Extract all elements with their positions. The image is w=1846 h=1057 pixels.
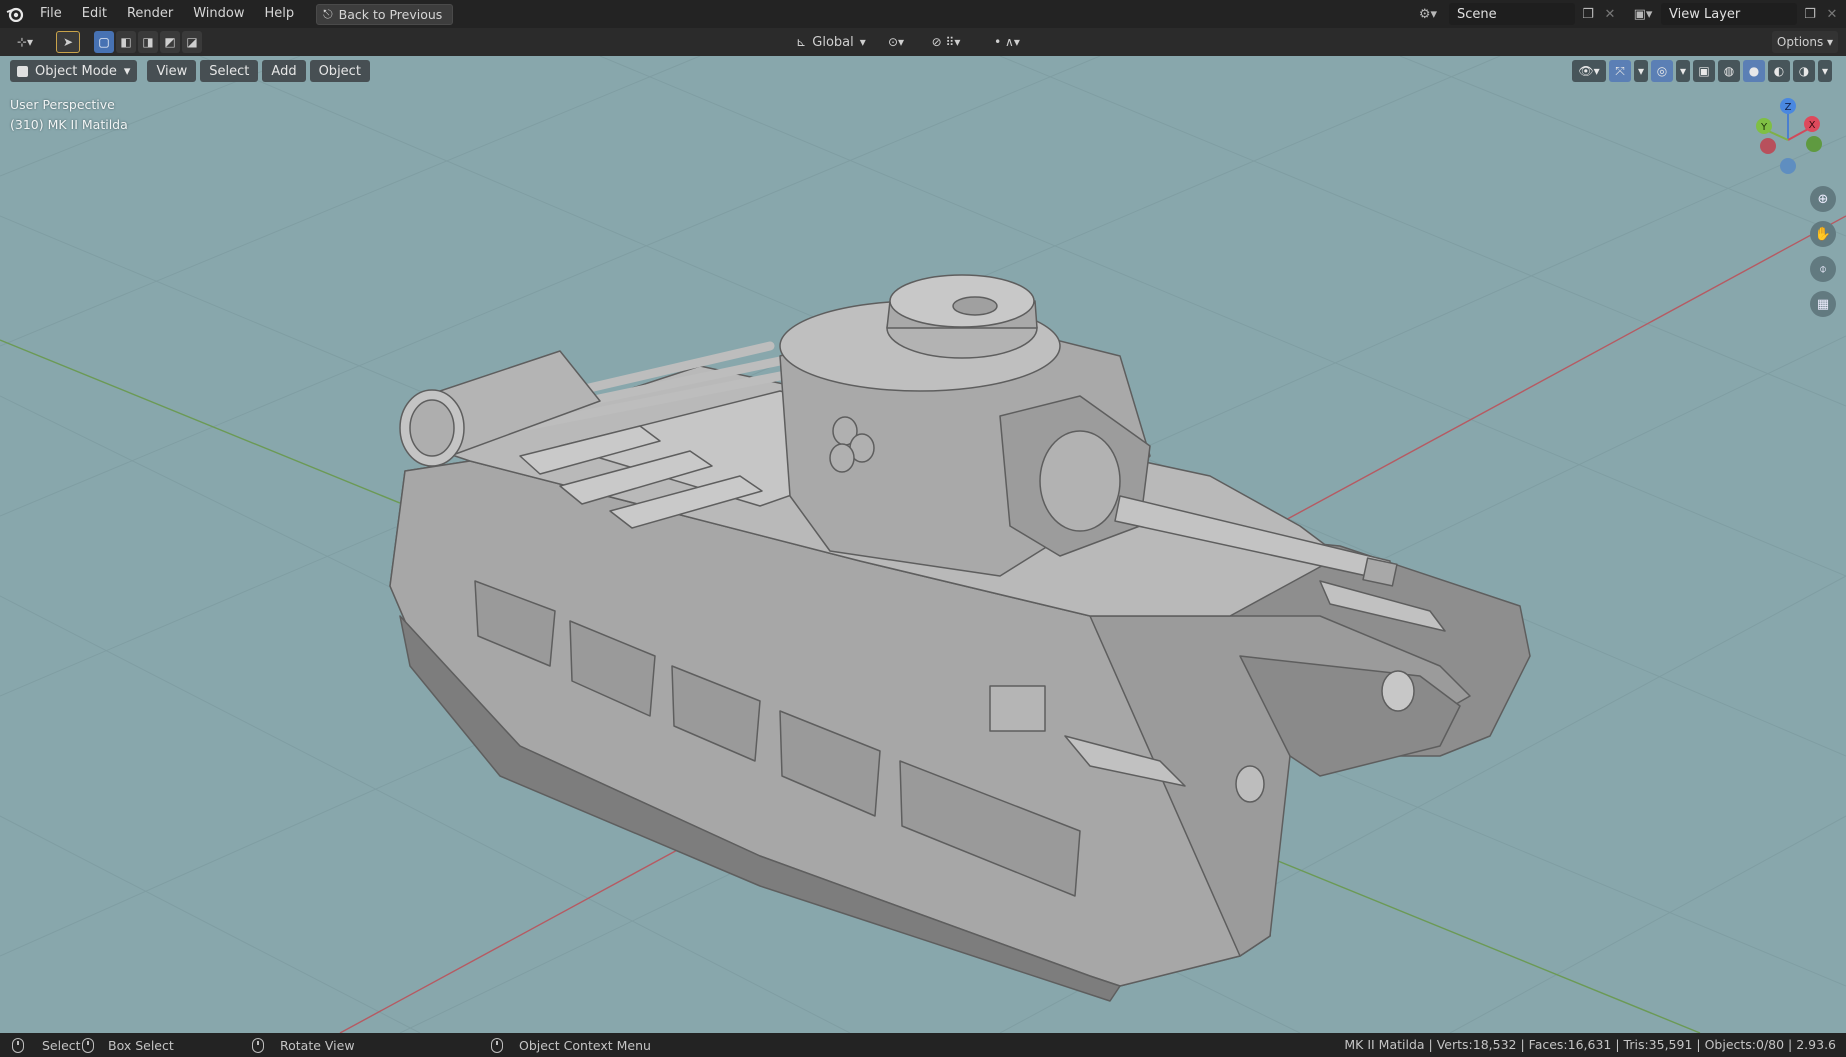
menu-window[interactable]: Window (183, 0, 254, 28)
gizmo-dropdown-icon[interactable]: ▾ (1634, 60, 1648, 82)
new-scene-icon[interactable]: ❐ (1578, 4, 1598, 24)
transform-orientation-label: Global (812, 34, 854, 50)
view-layer-icon[interactable]: ▣▾ (1628, 4, 1658, 24)
ortho-grid-icon[interactable]: ▦ (1810, 291, 1836, 317)
delete-scene-icon[interactable]: ✕ (1600, 4, 1620, 24)
view-layer-selector[interactable]: View Layer (1661, 3, 1797, 25)
object-menu[interactable]: Object (309, 60, 370, 82)
status-select: Select (12, 1033, 81, 1057)
mouse-drag-icon (82, 1037, 94, 1053)
transform-orientation-icon: ⊾ (796, 35, 807, 49)
visibility-icon[interactable]: 👁▾ (1572, 60, 1606, 82)
object-mode-icon (17, 65, 28, 77)
options-dropdown[interactable]: Options ▾ (1772, 31, 1838, 53)
menu-file[interactable]: File (30, 0, 72, 28)
3d-viewport[interactable]: Object Mode ▾ View Select Add Object Use… (0, 56, 1846, 1033)
status-box-select: Box Select (82, 1033, 174, 1057)
back-icon: ⎋ (323, 6, 333, 21)
status-context-menu: Object Context Menu (491, 1033, 651, 1057)
menu-help[interactable]: Help (255, 0, 305, 28)
status-context-menu-label: Object Context Menu (519, 1037, 651, 1053)
viewport-grid (0, 56, 1846, 1033)
chevron-down-icon: ▾ (123, 63, 131, 79)
wireframe-shading-icon[interactable]: ◍ (1718, 60, 1740, 82)
pivot-icon[interactable]: ⊙▾ (880, 31, 912, 53)
scene-selector[interactable]: Scene (1449, 3, 1575, 25)
overlay-dropdown-icon[interactable]: ▾ (1676, 60, 1690, 82)
tank-model (389, 274, 1531, 1002)
snap-icon[interactable]: ⊘ ⠿▾ (918, 31, 974, 53)
gizmo-y-label: Y (1760, 122, 1768, 133)
viewport-header: Object Mode ▾ View Select Add Object (10, 60, 370, 82)
solid-shading-icon[interactable]: ● (1743, 60, 1765, 82)
select-new-icon[interactable]: ▢ (94, 31, 114, 53)
status-box-select-label: Box Select (108, 1037, 174, 1053)
transform-orientation-dropdown[interactable]: ⊾ Global ▾ (788, 31, 874, 53)
view-layer-label: View Layer (1669, 6, 1741, 22)
rendered-shading-icon[interactable]: ◑ (1793, 60, 1815, 82)
overlay-icon[interactable]: ◎ (1651, 60, 1673, 82)
navigation-gizmo[interactable]: Z X Y (1748, 96, 1828, 180)
select-invert-icon[interactable]: ◩ (160, 31, 180, 53)
scene-label: Scene (1457, 6, 1497, 22)
chevron-down-icon: ▾ (859, 35, 866, 49)
scene-statistics: MK II Matilda | Verts:18,532 | Faces:16,… (1344, 1037, 1836, 1052)
delete-view-layer-icon[interactable]: ✕ (1822, 4, 1842, 24)
menu-render[interactable]: Render (117, 0, 183, 28)
gizmo-neg-y (1806, 136, 1822, 152)
top-menu-bar: File Edit Render Window Help ⎋ Back to P… (0, 0, 1846, 28)
perspective-label: User Perspective (10, 97, 115, 112)
xray-icon[interactable]: ▣ (1693, 60, 1715, 82)
view-menu[interactable]: View (147, 60, 197, 82)
options-label: Options (1776, 35, 1824, 49)
status-select-label: Select (42, 1037, 81, 1053)
navigation-buttons: ⊕ ✋ ⌽ ▦ (1810, 186, 1836, 317)
pan-icon[interactable]: ✋ (1810, 221, 1836, 247)
select-intersect-icon[interactable]: ◪ (182, 31, 202, 53)
active-object-label: (310) MK II Matilda (10, 117, 128, 132)
status-rotate-view-label: Rotate View (280, 1037, 355, 1053)
mouse-left-icon (12, 1037, 24, 1053)
back-to-previous-button[interactable]: ⎋ Back to Previous (316, 3, 454, 25)
viewport-shading-bar: 👁▾ ⤧ ▾ ◎ ▾ ▣ ◍ ● ◐ ◑ ▾ (1572, 60, 1832, 82)
viewport-info-overlay: User Perspective (310) MK II Matilda (10, 95, 128, 135)
shading-dropdown-icon[interactable]: ▾ (1818, 60, 1832, 82)
new-view-layer-icon[interactable]: ❐ (1800, 4, 1820, 24)
proportional-icon[interactable]: • ∧▾ (980, 31, 1034, 53)
status-rotate-view: Rotate View (252, 1033, 355, 1057)
mouse-right-icon (491, 1037, 503, 1053)
menu-edit[interactable]: Edit (72, 0, 117, 28)
gizmo-z-label: Z (1785, 102, 1792, 113)
object-mode-label: Object Mode (35, 63, 117, 79)
editor-type-icon[interactable]: ⊹▾ (8, 31, 42, 53)
gizmo-neg-z (1780, 158, 1796, 174)
cursor-tool-icon[interactable]: ➤ (56, 31, 80, 53)
blender-logo-icon[interactable] (0, 0, 30, 28)
camera-icon[interactable]: ⌽ (1810, 256, 1836, 282)
gizmo-x-label: X (1809, 120, 1816, 131)
mouse-middle-icon (252, 1037, 264, 1053)
tool-header: ⊹▾ ➤ ▢ ◧ ◨ ◩ ◪ ⊾ Global ▾ ⊙▾ ⊘ ⠿▾ • ∧▾ O… (0, 28, 1846, 56)
back-to-previous-label: Back to Previous (338, 6, 443, 22)
zoom-icon[interactable]: ⊕ (1810, 186, 1836, 212)
gizmo-neg-x (1760, 138, 1776, 154)
scene-icon[interactable]: ⚙▾ (1413, 4, 1443, 24)
select-menu[interactable]: Select (200, 60, 259, 82)
material-shading-icon[interactable]: ◐ (1768, 60, 1790, 82)
status-bar: Select Box Select Rotate View Object Con… (0, 1033, 1846, 1057)
add-menu[interactable]: Add (262, 60, 306, 82)
select-extend-icon[interactable]: ◧ (116, 31, 136, 53)
gizmo-toggle-icon[interactable]: ⤧ (1609, 60, 1631, 82)
select-subtract-icon[interactable]: ◨ (138, 31, 158, 53)
object-mode-dropdown[interactable]: Object Mode ▾ (10, 60, 138, 82)
